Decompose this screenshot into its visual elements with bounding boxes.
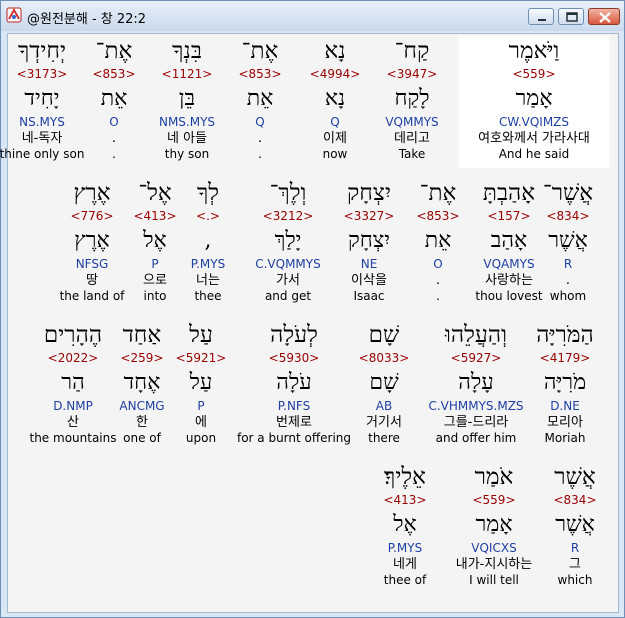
verse-panel: וַיֹּאמֶר <559> אָמַר CW.VQIMZS 여호와께서 가라사대 An…	[0, 33, 619, 613]
strong-number: <2022>	[47, 351, 99, 365]
korean-gloss: 네-독자	[21, 131, 63, 146]
word-block[interactable]: הֶהָרִים <2022> הַר D.NMP 산 the mountains	[0, 320, 148, 446]
window-title: @원전분해 - 창 22:2	[27, 12, 147, 27]
maximize-icon	[566, 12, 578, 22]
english-gloss: the mountains	[29, 431, 117, 445]
parsing-code: NS.MYS	[19, 115, 65, 129]
root-word: אֶל	[393, 512, 417, 537]
english-gloss: thine only son	[0, 147, 85, 161]
root-word: הַר	[61, 370, 85, 395]
strong-number: <413>	[383, 493, 427, 507]
word-block[interactable]: יְחִידְךָ <3173> יָחִיד NS.MYS 네-독자 thine onl…	[0, 36, 117, 162]
parsing-code: NFSG	[75, 257, 109, 271]
korean-gloss: 땅	[86, 273, 98, 288]
maximize-button[interactable]	[558, 8, 584, 25]
close-button[interactable]	[588, 8, 620, 25]
strong-number: <3173>	[16, 67, 68, 81]
word-block[interactable]: אֶרֶץ <776> אֶרֶץ NFSG 땅 the land of	[17, 178, 167, 304]
app-logo-icon	[6, 7, 22, 23]
hebrew-word: יְחִידְךָ	[17, 38, 67, 64]
title-bar[interactable]: @원전분해 - 창 22:2	[1, 1, 624, 31]
english-gloss: thee of	[383, 573, 427, 587]
close-icon	[599, 12, 611, 23]
korean-gloss: 네게	[393, 557, 417, 572]
parsing-code: D.NMP	[53, 399, 93, 413]
hebrew-word: הֶהָרִים	[43, 322, 103, 348]
korean-gloss: 산	[67, 415, 79, 430]
app-window: @원전분해 - 창 22:2 וַיֹּאמֶר <559> אָמַר CW.VQI…	[0, 0, 625, 618]
root-word: יָחִיד	[24, 86, 60, 111]
hebrew-word: אֶרֶץ	[73, 180, 111, 206]
hebrew-word: אֵלֶיךָ׃	[384, 464, 426, 490]
minimize-button[interactable]	[528, 8, 554, 25]
root-word: אֶרֶץ	[74, 228, 110, 253]
english-gloss: the land of	[59, 289, 125, 303]
word-block[interactable]: אֵלֶיךָ׃ <413> אֶל P.MYS 네게 thee of	[330, 462, 480, 588]
minimize-icon	[538, 19, 546, 21]
parsing-code: P.MYS	[387, 541, 423, 555]
strong-number: <776>	[70, 209, 114, 223]
